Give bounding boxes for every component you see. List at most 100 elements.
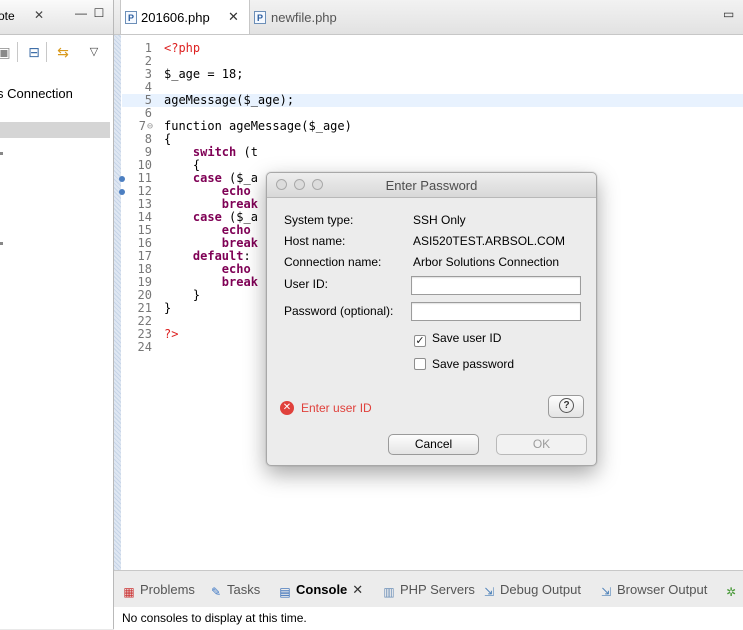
code-text: ?> <box>164 327 179 341</box>
connection-name-label: Connection name: <box>284 255 382 269</box>
console-message: No consoles to display at this time. <box>122 611 307 625</box>
keyword-break: break <box>221 197 258 211</box>
keyword-switch: switch <box>192 145 237 159</box>
connection-name-value: Arbor Solutions Connection <box>413 255 560 269</box>
close-icon[interactable]: ✕ <box>34 8 44 22</box>
user-id-label: User ID: <box>284 277 329 291</box>
system-type-value: SSH Only <box>413 213 466 227</box>
overview-ruler <box>114 35 121 570</box>
keyword-case: case <box>192 210 222 224</box>
bottom-tab-bar: ▦ Problems ✎ Tasks ▤ Console ✕ ▥ PHP Servers … <box>114 571 743 605</box>
code-text: ageMessage($_age); <box>164 93 295 107</box>
problems-icon: ▦ <box>123 585 135 599</box>
line-number: 24 <box>137 340 152 354</box>
code-line-current: 5 ageMessage($_age); <box>122 94 743 107</box>
user-id-input[interactable] <box>411 276 581 295</box>
tasks-icon: ✎ <box>210 585 222 599</box>
debug-output-icon: ⇲ <box>483 585 495 599</box>
password-input[interactable] <box>411 302 581 321</box>
tab-label: Tasks <box>227 582 261 597</box>
maximize-view-button[interactable]: ☐ <box>92 6 106 20</box>
save-password-label: Save password <box>432 357 515 371</box>
collapse-all-icon[interactable]: ⊟ <box>26 44 42 60</box>
console-icon: ▤ <box>279 585 291 599</box>
link-with-editor-icon[interactable]: ⇆ <box>55 44 71 60</box>
save-password-checkbox[interactable]: Save password <box>414 357 514 371</box>
error-icon: ✕ <box>280 401 294 415</box>
close-icon[interactable]: ✕ <box>228 9 239 25</box>
tree-line <box>0 242 3 245</box>
code-text: } <box>164 301 172 315</box>
editor-tab-bar: P 201606.php ✕ P newfile.php ▭ <box>114 0 743 35</box>
password-label: Password (optional): <box>284 304 394 318</box>
tab-newfile-php[interactable]: P newfile.php <box>254 0 374 34</box>
host-name-label: Host name: <box>284 234 346 248</box>
close-icon[interactable]: ✕ <box>352 582 363 597</box>
view-toolbar: ▣ ⊟ ⇆ ▽ <box>0 36 113 66</box>
code-line: 9 switch (t <box>122 146 743 159</box>
tree-item-connection[interactable]: s Connection <box>0 86 73 101</box>
refresh-icon[interactable]: ▣ <box>0 44 12 60</box>
code-text: <?php <box>164 41 201 55</box>
save-user-id-checkbox[interactable]: ✓ Save user ID <box>414 331 501 347</box>
remote-systems-view: ote ✕ — ☐ ▣ ⊟ ⇆ ▽ s Connection <box>0 0 114 629</box>
servers-icon: ▥ <box>383 585 395 599</box>
php-file-icon: P <box>125 11 137 24</box>
line-number: 7 <box>138 119 146 133</box>
tree-line <box>0 152 3 155</box>
dialog-titlebar: Enter Password <box>267 173 596 198</box>
ok-button[interactable]: OK <box>496 434 587 455</box>
tab-201606-php[interactable]: P 201606.php ✕ <box>120 0 250 34</box>
cancel-button[interactable]: Cancel <box>388 434 479 455</box>
remote-systems-tab-label: ote <box>0 9 15 23</box>
code-text: $_age = 18; <box>164 67 244 81</box>
minimize-view-button[interactable]: — <box>74 6 88 20</box>
dialog-title: Enter Password <box>385 178 478 193</box>
keyword-case: case <box>192 171 222 185</box>
tab-label: Debug Output <box>500 582 581 597</box>
error-message: Enter user ID <box>301 401 372 415</box>
enter-password-dialog: Enter Password System type: SSH Only Hos… <box>266 172 597 466</box>
code-line: 3 $_age = 18; <box>122 68 743 81</box>
more-views-icon[interactable]: ✲ <box>724 582 742 599</box>
tab-label: Console <box>296 582 348 597</box>
code-line: 7 ⊖ function ageMessage($_age) <box>122 120 743 133</box>
line-number: 6 <box>144 106 152 120</box>
remote-systems-tab[interactable]: ote ✕ — ☐ <box>0 0 113 35</box>
tab-label: PHP Servers <box>400 582 475 597</box>
keyword-echo: echo <box>221 223 251 237</box>
bottom-panel: ▦ Problems ✎ Tasks ▤ Console ✕ ▥ PHP Servers … <box>114 570 743 630</box>
keyword-break: break <box>221 275 258 289</box>
minimize-editor-button[interactable]: ▭ <box>723 8 735 20</box>
toolbar-separator <box>46 42 47 62</box>
browser-output-icon: ⇲ <box>600 585 612 599</box>
tab-problems[interactable]: ▦ Problems <box>122 582 195 599</box>
keyword-echo: echo <box>221 262 251 276</box>
help-icon: ? <box>559 398 574 413</box>
tab-php-servers[interactable]: ▥ PHP Servers <box>382 582 475 599</box>
tab-label: 201606.php <box>141 10 210 25</box>
tab-debug-output[interactable]: ⇲ Debug Output <box>482 582 581 599</box>
tab-label: Problems <box>140 582 195 597</box>
keyword-break: break <box>221 236 258 250</box>
tab-label: newfile.php <box>271 10 337 25</box>
help-button[interactable]: ? <box>548 395 584 418</box>
tab-console[interactable]: ▤ Console ✕ <box>278 582 363 599</box>
save-user-id-label: Save user ID <box>432 331 502 345</box>
tab-tasks[interactable]: ✎ Tasks <box>209 582 261 599</box>
console-body: No consoles to display at this time. <box>114 607 743 630</box>
php-file-icon: P <box>254 11 266 24</box>
checkbox-checked-icon: ✓ <box>414 335 426 347</box>
system-type-label: System type: <box>284 213 354 227</box>
tab-label: Browser Output <box>617 582 708 597</box>
code-line: 1 <?php <box>122 42 743 55</box>
view-menu-icon[interactable]: ▽ <box>86 44 102 60</box>
host-name-value: ASI520TEST.ARBSOL.COM <box>413 234 566 248</box>
keyword-default: default <box>192 249 244 263</box>
code-text: function ageMessage($_age) <box>164 119 352 133</box>
keyword-echo: echo <box>221 184 251 198</box>
tab-browser-output[interactable]: ⇲ Browser Output <box>599 582 708 599</box>
tree-item-selected[interactable] <box>0 122 110 138</box>
toolbar-separator <box>17 42 18 62</box>
checkbox-unchecked-icon <box>414 358 426 370</box>
